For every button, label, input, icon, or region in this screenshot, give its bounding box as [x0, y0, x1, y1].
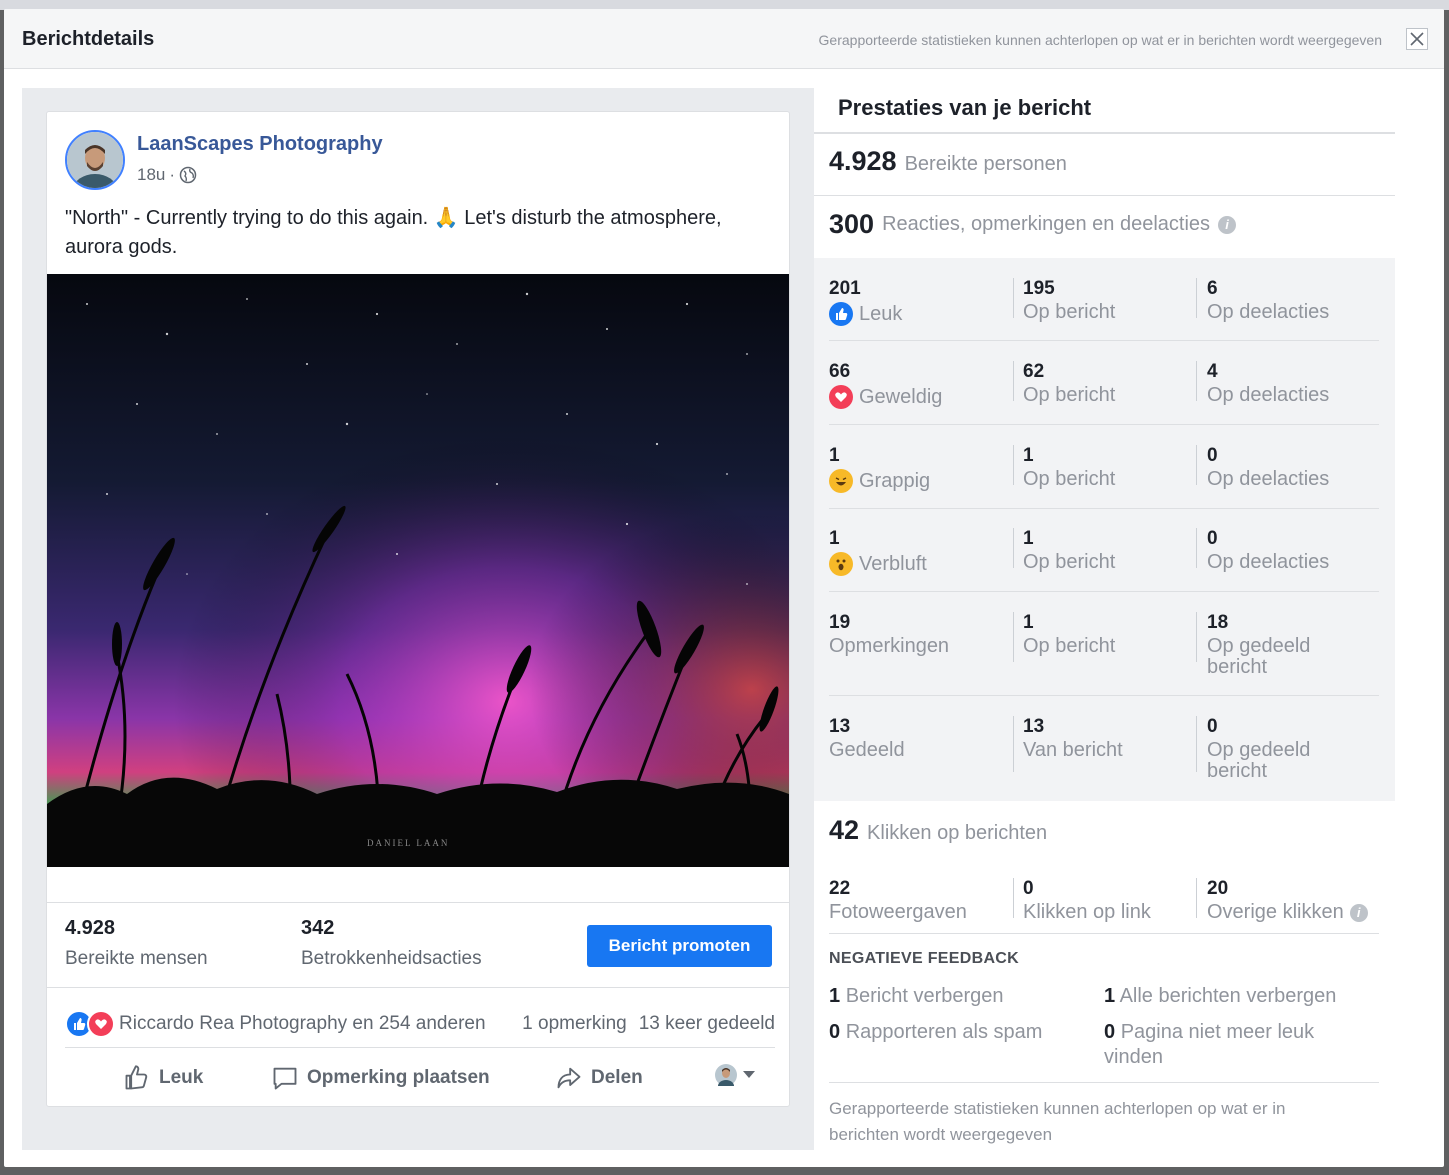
engagement-number: 342 [301, 917, 335, 939]
comment-button[interactable]: Opmerking plaatsen [271, 1064, 490, 1092]
wow-icon [829, 552, 853, 576]
globe-icon [179, 166, 197, 184]
negative-report-spam: 0 Rapporteren als spam [829, 1021, 1043, 1043]
post-text: "North" - Currently trying to do this ag… [65, 207, 722, 258]
reaction-row-haha: 1 Grappig 1 Op bericht 0 Op deelacties [829, 445, 1330, 493]
clicks-summary: 42 Klikken op berichten [829, 815, 1047, 846]
dialog-note: Gerapporteerde statistieken kunnen achte… [818, 32, 1382, 48]
post-stats-row: 4.928 Bereikte mensen 342 Betrokkenheids… [47, 902, 789, 988]
reach-stat: 4.928 Bereikte mensen [65, 917, 208, 970]
share-button[interactable]: Delen [555, 1064, 643, 1092]
info-icon[interactable]: i [1218, 215, 1237, 234]
post-preview-pane: LaanScapes Photography 18u · "North" - C… [22, 88, 814, 1150]
like-on-post: 195 [1023, 278, 1055, 299]
post-time[interactable]: 18u [137, 165, 165, 185]
comment-button-label: Opmerking plaatsen [307, 1067, 490, 1088]
comment-icon [273, 1067, 297, 1090]
love-icon [829, 385, 853, 409]
chevron-down-icon [743, 1071, 755, 1078]
like-label: Leuk [859, 302, 903, 325]
reaction-icons[interactable] [65, 1010, 115, 1038]
negative-hide-all: 1 Alle berichten verbergen [1104, 985, 1337, 1007]
photo-watermark: DANIEL LAAN [367, 838, 449, 848]
close-icon [1410, 32, 1424, 46]
like-on-shares: 6 [1207, 278, 1218, 299]
post-as-selector[interactable] [715, 1064, 755, 1086]
clicks-label: Klikken op berichten [867, 822, 1048, 844]
performance-title: Prestaties van je bericht [838, 95, 1092, 120]
clicks-breakdown: 22 Fotoweergaven 0 Klikken op link 20 Ov… [829, 878, 1379, 928]
like-icon [829, 302, 853, 326]
comments-row: 19 Opmerkingen 1 Op bericht 18 Op gedeel… [829, 612, 1311, 678]
close-button[interactable] [1406, 28, 1428, 50]
post-photo[interactable]: DANIEL LAAN [47, 274, 789, 867]
reach-number: 4.928 [65, 917, 116, 939]
engagement-count: 300 [829, 209, 875, 239]
social-summary: Riccardo Rea Photography en 254 anderen … [65, 1004, 775, 1044]
like-total: 201 [829, 278, 861, 299]
promote-post-button[interactable]: Bericht promoten [587, 925, 772, 967]
post-action-bar: Leuk Opmerking plaatsen Delen [65, 1047, 775, 1106]
engagement-summary: 300 Reacties, opmerkingen en deelacties … [829, 209, 1237, 240]
comments-count-link[interactable]: 1 opmerking [522, 1013, 627, 1035]
performance-footer-note: Gerapporteerde statistieken kunnen achte… [829, 1099, 1286, 1144]
reach-label: Bereikte mensen [65, 948, 208, 969]
profile-avatar-icon [715, 1064, 737, 1086]
reaction-row-like: 201 Leuk 195 Op bericht 6 Op deelacties [829, 278, 1330, 326]
love-icon [87, 1010, 115, 1038]
haha-icon [829, 469, 853, 493]
like-button-label: Leuk [159, 1067, 204, 1088]
dialog-title: Berichtdetails [22, 28, 155, 50]
reach-count: 4.928 [829, 146, 897, 176]
reactions-summary-link[interactable]: Riccardo Rea Photography en 254 anderen [119, 1013, 486, 1035]
reaction-row-love: 66 Geweldig 62 Op bericht 4 Op deelactie… [829, 361, 1330, 409]
negative-unlike-page: 0 Pagina niet meer leuk vinden [1104, 1021, 1315, 1068]
love-total: 66 [829, 361, 851, 382]
shares-count-link[interactable]: 13 keer gedeeld [639, 1013, 775, 1035]
negative-feedback-title: NEGATIEVE FEEDBACK [829, 950, 1020, 967]
engagement-breakdown: 201 Leuk 195 Op bericht 6 Op deelacties … [814, 258, 1395, 801]
reaction-row-wow: 1 Verbluft 1 Op bericht 0 Op deelacties [829, 528, 1330, 576]
clicks-count: 42 [829, 815, 860, 845]
reach-label: Bereikte personen [904, 153, 1067, 175]
post-performance-pane: Prestaties van je bericht 4.928 Bereikte… [814, 88, 1395, 1150]
share-icon [557, 1067, 581, 1089]
post-card: LaanScapes Photography 18u · "North" - C… [46, 111, 790, 1107]
post-meta: 18u · [137, 165, 197, 185]
info-icon[interactable]: i [1349, 903, 1368, 922]
love-label: Geweldig [859, 385, 943, 408]
share-button-label: Delen [591, 1067, 643, 1088]
shares-row: 13 Gedeeld 13 Van bericht 0 Op gedeeld b… [829, 716, 1311, 782]
like-button[interactable]: Leuk [123, 1064, 203, 1092]
dialog-header: Berichtdetails Gerapporteerde statistiek… [4, 9, 1444, 69]
engagement-stat: 342 Betrokkenheidsacties [301, 917, 482, 970]
engagement-label: Reacties, opmerkingen en deelacties [882, 213, 1211, 235]
thumbs-up-icon [125, 1065, 148, 1090]
page-avatar[interactable] [65, 130, 125, 190]
page-name-link[interactable]: LaanScapes Photography [137, 133, 383, 156]
post-details-dialog: Berichtdetails Gerapporteerde statistiek… [4, 9, 1444, 1167]
engagement-label: Betrokkenheidsacties [301, 948, 482, 969]
negative-hide-post: 1 Bericht verbergen [829, 985, 1004, 1007]
reach-summary: 4.928 Bereikte personen [829, 146, 1067, 177]
